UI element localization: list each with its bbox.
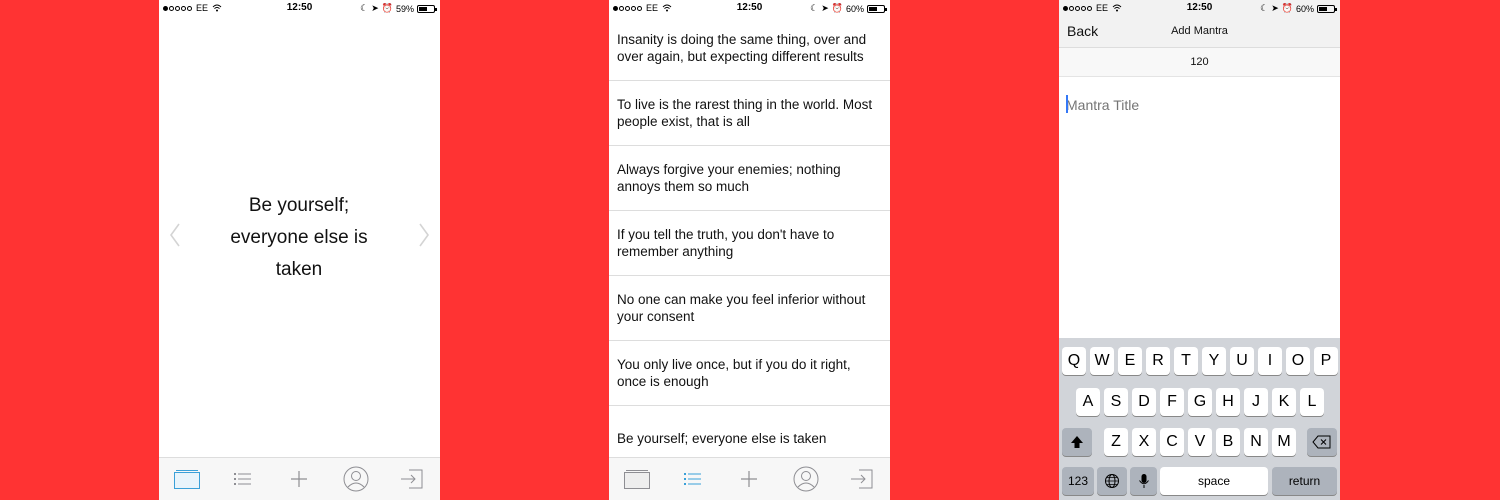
microphone-icon bbox=[1138, 474, 1149, 488]
tab-list[interactable] bbox=[228, 464, 258, 494]
key-e[interactable]: E bbox=[1118, 347, 1142, 375]
list-item[interactable]: To live is the rarest thing in the world… bbox=[609, 81, 890, 146]
key-x[interactable]: X bbox=[1132, 428, 1156, 456]
character-counter: 120 bbox=[1059, 48, 1340, 77]
location-icon: ➤ bbox=[1271, 3, 1279, 13]
tab-cards[interactable] bbox=[622, 464, 652, 494]
key-y[interactable]: Y bbox=[1202, 347, 1226, 375]
alarm-icon: ⏰ bbox=[831, 3, 843, 13]
key-o[interactable]: O bbox=[1286, 347, 1310, 375]
battery-percent: 60% bbox=[845, 3, 864, 14]
shift-arrow-icon bbox=[1071, 436, 1083, 448]
moon-icon: ☾ bbox=[810, 3, 819, 13]
mantra-title-input[interactable] bbox=[1066, 94, 1326, 116]
list-icon bbox=[234, 473, 251, 485]
list-item[interactable]: Insanity is doing the same thing, over a… bbox=[609, 16, 890, 81]
return-key[interactable]: return bbox=[1272, 467, 1337, 495]
space-key[interactable]: space bbox=[1160, 467, 1268, 495]
key-v[interactable]: V bbox=[1188, 428, 1212, 456]
tab-add[interactable] bbox=[284, 464, 314, 494]
list-item[interactable]: You only live once, but if you do it rig… bbox=[609, 341, 890, 406]
key-q[interactable]: Q bbox=[1062, 347, 1086, 375]
status-bar: EE 12:50 ☾ ➤ ⏰ 60% bbox=[609, 0, 890, 16]
quote-line: everyone else is bbox=[230, 227, 368, 248]
quote-line: taken bbox=[275, 259, 323, 280]
tab-profile[interactable] bbox=[341, 464, 371, 494]
tab-logout[interactable] bbox=[397, 464, 427, 494]
key-r[interactable]: R bbox=[1146, 347, 1170, 375]
profile-icon bbox=[343, 466, 369, 492]
logout-icon bbox=[851, 469, 873, 489]
globe-icon bbox=[1105, 474, 1119, 488]
location-icon: ➤ bbox=[821, 3, 829, 13]
nav-bar: Back Add Mantra bbox=[1059, 16, 1340, 48]
tab-logout[interactable] bbox=[847, 464, 877, 494]
location-icon: ➤ bbox=[371, 3, 379, 13]
key-g[interactable]: G bbox=[1188, 388, 1212, 416]
alarm-icon: ⏰ bbox=[1281, 3, 1293, 13]
status-bar: EE 12:50 ☾ ➤ ⏰ 59% bbox=[159, 0, 440, 16]
battery-percent: 59% bbox=[395, 3, 414, 14]
tab-add[interactable] bbox=[734, 464, 764, 494]
battery-percent: 60% bbox=[1295, 3, 1314, 14]
plus-icon bbox=[291, 471, 307, 487]
key-l[interactable]: L bbox=[1300, 388, 1324, 416]
text-caret bbox=[1066, 95, 1068, 113]
key-s[interactable]: S bbox=[1104, 388, 1128, 416]
backspace-icon bbox=[1312, 435, 1331, 449]
globe-key[interactable] bbox=[1097, 467, 1127, 495]
phone-list-view: EE 12:50 ☾ ➤ ⏰ 60% Insanity is doing the… bbox=[609, 0, 890, 500]
alarm-icon: ⏰ bbox=[381, 3, 393, 13]
key-i[interactable]: I bbox=[1258, 347, 1282, 375]
key-m[interactable]: M bbox=[1272, 428, 1296, 456]
battery-icon bbox=[867, 4, 887, 13]
key-h[interactable]: H bbox=[1216, 388, 1240, 416]
key-c[interactable]: C bbox=[1160, 428, 1184, 456]
battery-icon bbox=[1317, 4, 1337, 13]
delete-key[interactable] bbox=[1307, 428, 1337, 456]
list-item[interactable]: No one can make you feel inferior withou… bbox=[609, 276, 890, 341]
phone-quote-view: EE 12:50 ☾ ➤ ⏰ 59% Be yourself; everyone… bbox=[159, 0, 440, 500]
key-k[interactable]: K bbox=[1272, 388, 1296, 416]
quote-line: Be yourself; bbox=[248, 195, 350, 216]
tab-cards[interactable] bbox=[172, 464, 202, 494]
numbers-key[interactable]: 123 bbox=[1062, 467, 1094, 495]
plus-icon bbox=[741, 471, 757, 487]
page-title: Add Mantra bbox=[1171, 25, 1228, 37]
list-item[interactable]: If you tell the truth, you don't have to… bbox=[609, 211, 890, 276]
dictation-key[interactable] bbox=[1130, 467, 1157, 495]
chevron-right-icon[interactable] bbox=[418, 222, 430, 248]
phone-add-mantra: EE 12:50 ☾ ➤ ⏰ 60% Back Add Mantra 120 Q… bbox=[1059, 0, 1340, 500]
key-f[interactable]: F bbox=[1160, 388, 1184, 416]
key-p[interactable]: P bbox=[1314, 347, 1338, 375]
chevron-left-icon[interactable] bbox=[169, 222, 181, 248]
battery-icon bbox=[417, 4, 437, 13]
mantra-list: Insanity is doing the same thing, over a… bbox=[609, 16, 890, 471]
tab-bar bbox=[159, 457, 440, 500]
key-t[interactable]: T bbox=[1174, 347, 1198, 375]
moon-icon: ☾ bbox=[1260, 3, 1269, 13]
quote-text: Be yourself; everyone else is taken bbox=[199, 190, 399, 286]
tab-bar bbox=[609, 457, 890, 500]
cards-icon bbox=[624, 470, 650, 489]
cards-icon bbox=[174, 470, 200, 489]
key-w[interactable]: W bbox=[1090, 347, 1114, 375]
key-j[interactable]: J bbox=[1244, 388, 1268, 416]
logout-icon bbox=[401, 469, 423, 489]
keyboard: Q W E R T Y U I O P A S D F G H J K L Z … bbox=[1059, 338, 1340, 500]
status-bar: EE 12:50 ☾ ➤ ⏰ 60% bbox=[1059, 0, 1340, 16]
profile-icon bbox=[793, 466, 819, 492]
tab-list[interactable] bbox=[678, 464, 708, 494]
key-a[interactable]: A bbox=[1076, 388, 1100, 416]
list-item[interactable]: Always forgive your enemies; nothing ann… bbox=[609, 146, 890, 211]
key-z[interactable]: Z bbox=[1104, 428, 1128, 456]
list-icon bbox=[684, 473, 701, 485]
key-d[interactable]: D bbox=[1132, 388, 1156, 416]
key-b[interactable]: B bbox=[1216, 428, 1240, 456]
moon-icon: ☾ bbox=[360, 3, 369, 13]
tab-profile[interactable] bbox=[791, 464, 821, 494]
key-n[interactable]: N bbox=[1244, 428, 1268, 456]
shift-key[interactable] bbox=[1062, 428, 1092, 456]
key-u[interactable]: U bbox=[1230, 347, 1254, 375]
